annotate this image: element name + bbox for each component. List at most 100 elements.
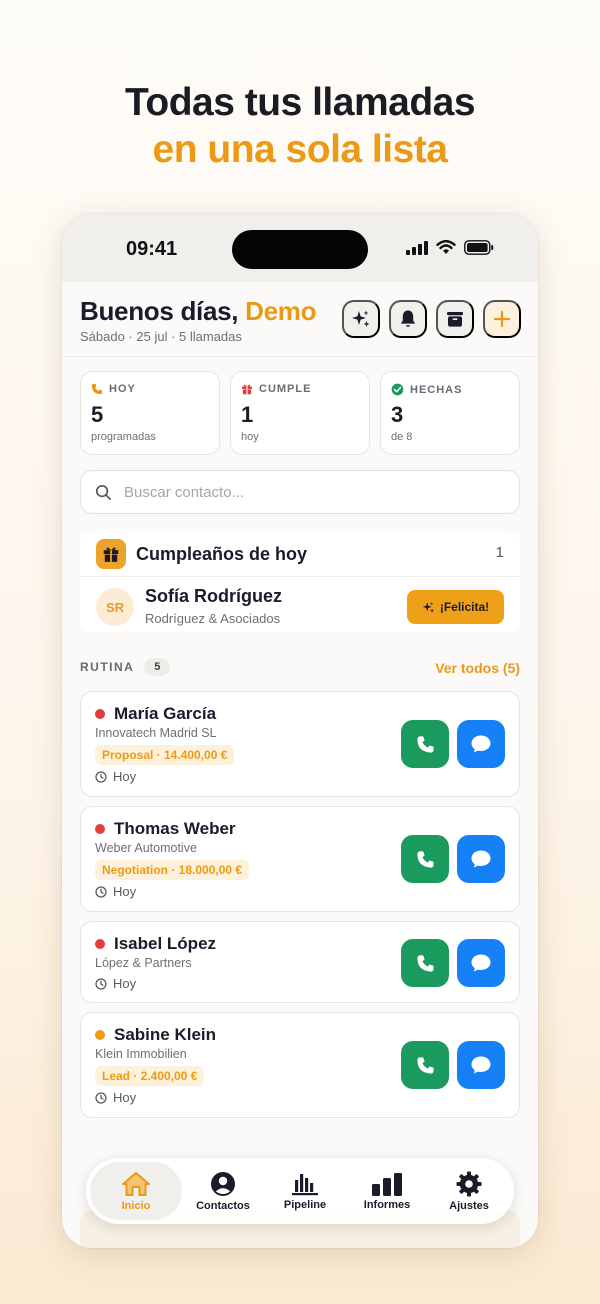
contact-card[interactable]: María García Innovatech Madrid SL Propos… xyxy=(80,691,520,797)
signal-icon xyxy=(406,240,428,260)
battery-icon xyxy=(464,240,494,260)
phone-icon xyxy=(416,735,434,753)
tab-label: Pipeline xyxy=(283,1198,327,1211)
phone-icon xyxy=(416,850,434,868)
chat-bubble-icon xyxy=(471,954,491,972)
hero-title: Todas tus llamadas xyxy=(124,81,476,124)
user-name: Demo xyxy=(245,296,317,326)
greeting-text: Buenos días, xyxy=(80,296,246,326)
routine-count-badge: 5 xyxy=(144,658,171,676)
ai-assistant-button[interactable] xyxy=(342,300,380,338)
stat-card-birthdays[interactable]: CUMPLE 1 hoy xyxy=(230,371,370,455)
birthdays-header: Cumpleaños de hoy xyxy=(96,539,307,569)
archive-button[interactable] xyxy=(436,300,474,338)
call-button[interactable] xyxy=(401,835,449,883)
due-date: Hoy xyxy=(95,769,136,784)
contact-name-row: Sabine Klein xyxy=(95,1025,216,1045)
call-button[interactable] xyxy=(401,1041,449,1089)
priority-dot xyxy=(95,1030,105,1040)
contact-name-row: María García xyxy=(95,704,216,724)
status-bar: 09:41 xyxy=(62,214,538,282)
congratulate-button[interactable]: ¡Felicita! xyxy=(407,590,504,624)
home-icon xyxy=(122,1171,150,1196)
message-button[interactable] xyxy=(457,1041,505,1089)
person-icon xyxy=(211,1171,235,1196)
clock-icon xyxy=(95,977,107,990)
tab-ajustes[interactable]: Ajustes xyxy=(428,1162,510,1220)
stat-value: 1 xyxy=(241,402,254,427)
pipeline-icon xyxy=(292,1173,318,1195)
message-button[interactable] xyxy=(457,720,505,768)
chat-bubble-icon xyxy=(471,735,491,753)
due-date: Hoy xyxy=(95,976,136,991)
bar-chart-icon xyxy=(372,1172,402,1196)
header-actions xyxy=(342,300,521,338)
app-screen: Buenos días, Demo Sábado · 25 jul · 5 ll… xyxy=(62,282,538,1248)
wifi-icon xyxy=(436,239,456,260)
due-text: Hoy xyxy=(113,884,137,899)
congratulate-label: ¡Felicita! xyxy=(439,600,490,614)
stat-card-today[interactable]: HOY 5 programadas xyxy=(80,371,220,455)
priority-dot xyxy=(95,824,105,834)
add-button[interactable] xyxy=(483,300,521,338)
search-icon xyxy=(95,484,111,500)
stat-header: HECHAS xyxy=(391,383,462,396)
due-text: Hoy xyxy=(113,976,137,991)
stats-row: HOY 5 programadas CUMPLE 1 hoy HECHAS 3 xyxy=(80,371,520,455)
birthday-contact-name[interactable]: Sofía Rodríguez xyxy=(145,586,282,607)
contact-company: Innovatech Madrid SL xyxy=(95,726,217,740)
tab-contactos[interactable]: Contactos xyxy=(182,1162,264,1220)
greeting: Buenos días, Demo xyxy=(80,296,316,327)
contact-card[interactable]: Sabine Klein Klein Immobilien Lead · 2.4… xyxy=(80,1012,520,1118)
search-bar[interactable] xyxy=(80,470,520,514)
gift-icon xyxy=(96,539,126,569)
status-icons xyxy=(406,239,494,260)
tab-bar: Inicio Contactos Pipeline Informes Ajust… xyxy=(86,1158,514,1224)
stat-label: HECHAS xyxy=(410,383,463,396)
due-text: Hoy xyxy=(113,1090,137,1105)
stat-card-done[interactable]: HECHAS 3 de 8 xyxy=(380,371,520,455)
see-all-link[interactable]: Ver todos (5) xyxy=(435,660,520,676)
sparkles-icon xyxy=(352,310,370,327)
gift-icon xyxy=(242,384,252,395)
call-button[interactable] xyxy=(401,939,449,987)
call-button[interactable] xyxy=(401,720,449,768)
contact-company: Weber Automotive xyxy=(95,841,197,855)
contact-company: López & Partners xyxy=(95,956,192,970)
avatar: SR xyxy=(96,588,134,626)
tab-informes[interactable]: Informes xyxy=(346,1162,428,1220)
contact-card[interactable]: Thomas Weber Weber Automotive Negotiatio… xyxy=(80,806,520,912)
phone-icon xyxy=(416,1056,434,1074)
archive-icon xyxy=(447,312,463,327)
bell-icon xyxy=(400,310,416,327)
tab-pipeline[interactable]: Pipeline xyxy=(264,1162,346,1220)
gear-icon xyxy=(456,1171,482,1196)
chat-bubble-icon xyxy=(471,1056,491,1074)
stat-label: HOY xyxy=(109,383,136,395)
contact-name-row: Isabel López xyxy=(95,934,216,954)
contact-company: Klein Immobilien xyxy=(95,1047,187,1061)
deal-tag: Lead · 2.400,00 € xyxy=(95,1066,205,1086)
check-circle-icon xyxy=(391,383,404,396)
tab-label: Ajustes xyxy=(449,1199,489,1212)
hero-subtitle: en una sola lista xyxy=(152,128,448,171)
search-input[interactable] xyxy=(124,483,504,501)
tab-inicio[interactable]: Inicio xyxy=(90,1162,182,1220)
header-divider xyxy=(62,356,538,357)
sparkles-icon xyxy=(422,601,434,613)
contact-card[interactable]: Isabel López López & Partners Hoy xyxy=(80,921,520,1003)
contact-name: Sabine Klein xyxy=(114,1025,217,1044)
phone-icon xyxy=(416,954,434,972)
message-button[interactable] xyxy=(457,939,505,987)
status-time: 09:41 xyxy=(126,238,178,260)
message-button[interactable] xyxy=(457,835,505,883)
contact-name: Isabel López xyxy=(114,934,217,953)
contact-name-row: Thomas Weber xyxy=(95,819,236,839)
priority-dot xyxy=(95,709,105,719)
clock-icon xyxy=(95,1091,107,1104)
birthdays-title: Cumpleaños de hoy xyxy=(136,543,308,564)
clock-icon xyxy=(95,885,107,898)
notifications-button[interactable] xyxy=(389,300,427,338)
phone-frame: 09:41 Buenos días, Demo Sábado · 25 jul … xyxy=(62,214,538,1248)
stat-header: CUMPLE xyxy=(241,383,311,395)
